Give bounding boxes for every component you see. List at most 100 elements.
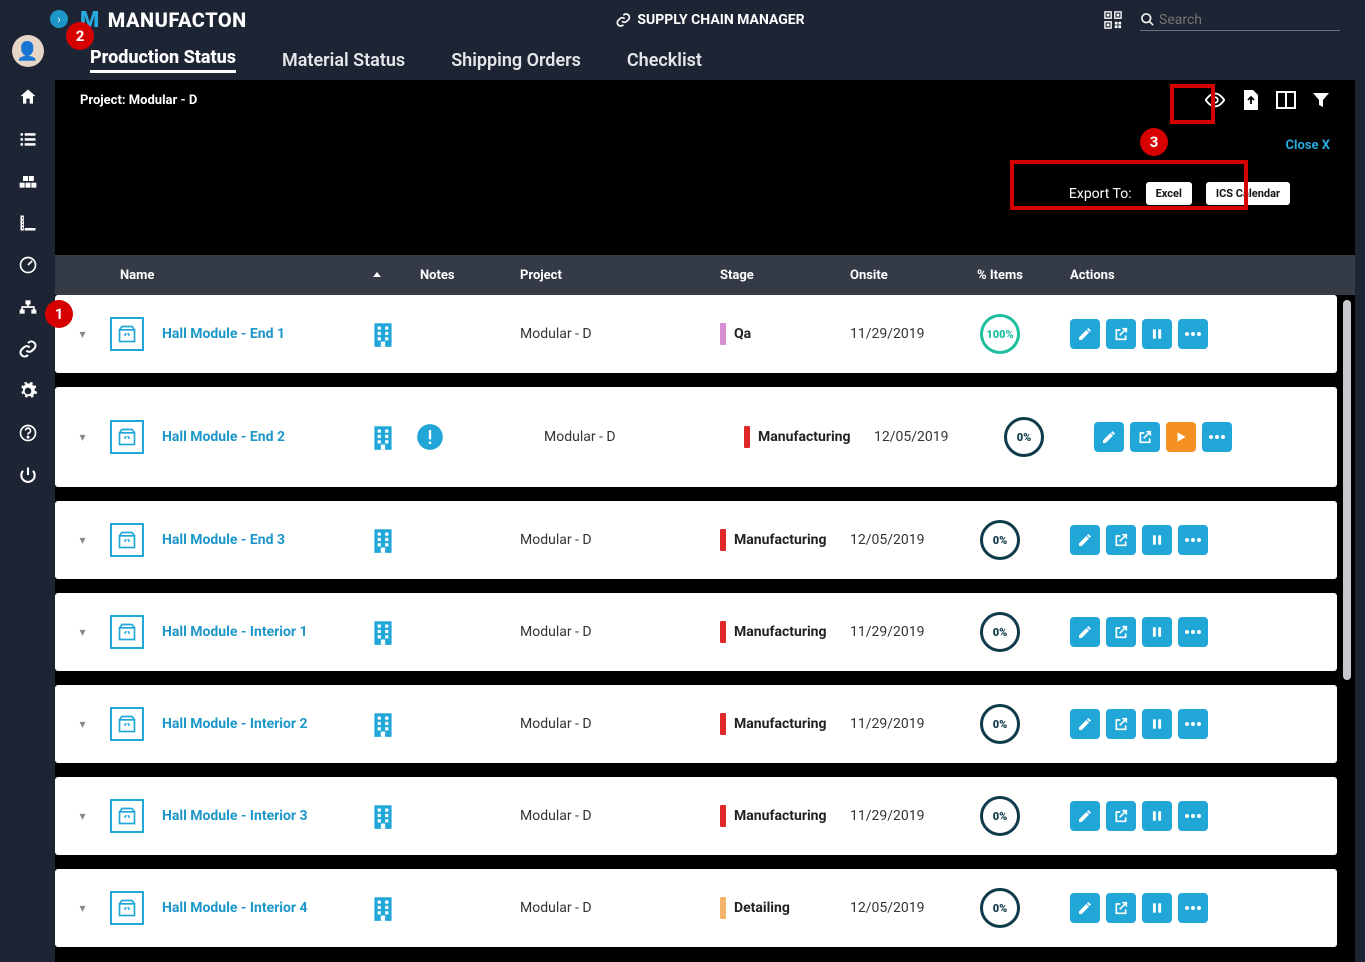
expand-row-icon[interactable]: ▾ bbox=[55, 809, 110, 823]
tabbar: Production Status Material Status Shippi… bbox=[55, 40, 1365, 80]
building-icon bbox=[370, 893, 420, 923]
gear-icon[interactable] bbox=[16, 379, 40, 403]
more-button[interactable] bbox=[1178, 709, 1208, 739]
tab-material-status[interactable]: Material Status bbox=[282, 50, 405, 71]
row-stage: Qa bbox=[720, 323, 850, 345]
open-button[interactable] bbox=[1106, 709, 1136, 739]
expand-row-icon[interactable]: ▾ bbox=[55, 327, 110, 341]
row-name-link[interactable]: Hall Module - End 2 bbox=[162, 429, 285, 445]
close-export[interactable]: Close X bbox=[1286, 138, 1330, 153]
expand-row-icon[interactable]: ▾ bbox=[55, 717, 110, 731]
search-input[interactable] bbox=[1155, 12, 1340, 28]
module-icon bbox=[110, 523, 144, 557]
more-button[interactable] bbox=[1178, 525, 1208, 555]
expand-row-icon[interactable]: ▾ bbox=[55, 533, 110, 547]
pause-button[interactable] bbox=[1142, 617, 1172, 647]
col-stage[interactable]: Stage bbox=[720, 268, 850, 283]
module-icon bbox=[110, 615, 144, 649]
row-onsite: 11/29/2019 bbox=[850, 326, 950, 342]
edit-button[interactable] bbox=[1070, 893, 1100, 923]
edit-button[interactable] bbox=[1070, 525, 1100, 555]
row-stage: Detailing bbox=[720, 897, 850, 919]
pause-button[interactable] bbox=[1142, 893, 1172, 923]
open-button[interactable] bbox=[1106, 525, 1136, 555]
open-button[interactable] bbox=[1130, 422, 1160, 452]
module-icon bbox=[110, 317, 144, 351]
building-icon bbox=[370, 319, 420, 349]
play-button[interactable] bbox=[1166, 422, 1196, 452]
row-stage: Manufacturing bbox=[720, 713, 850, 735]
pause-button[interactable] bbox=[1142, 525, 1172, 555]
col-name[interactable]: Name bbox=[110, 268, 370, 283]
filter-icon[interactable] bbox=[1312, 91, 1330, 109]
open-button[interactable] bbox=[1106, 617, 1136, 647]
col-notes[interactable]: Notes bbox=[420, 268, 520, 283]
export-panel: Export To: Excel ICS Calendar bbox=[1069, 182, 1290, 205]
expand-row-icon[interactable]: ▾ bbox=[55, 625, 110, 639]
percent-badge: 0% bbox=[1004, 417, 1044, 457]
avatar[interactable]: 👤 bbox=[12, 35, 44, 67]
scrollbar[interactable] bbox=[1343, 300, 1351, 680]
open-button[interactable] bbox=[1106, 801, 1136, 831]
gauge-icon[interactable] bbox=[16, 253, 40, 277]
inventory-icon[interactable] bbox=[16, 169, 40, 193]
percent-badge: 100% bbox=[980, 314, 1020, 354]
expand-row-icon[interactable]: ▾ bbox=[55, 430, 110, 444]
export-icon[interactable] bbox=[1242, 90, 1260, 110]
building-icon bbox=[370, 801, 420, 831]
row-name-link[interactable]: Hall Module - Interior 2 bbox=[162, 716, 308, 732]
row-name-link[interactable]: Hall Module - End 3 bbox=[162, 532, 285, 548]
visibility-icon[interactable] bbox=[1204, 89, 1226, 111]
tab-checklist[interactable]: Checklist bbox=[627, 50, 702, 71]
edit-button[interactable] bbox=[1070, 801, 1100, 831]
pause-button[interactable] bbox=[1142, 801, 1172, 831]
export-ics-button[interactable]: ICS Calendar bbox=[1206, 182, 1290, 205]
edit-button[interactable] bbox=[1070, 617, 1100, 647]
pause-button[interactable] bbox=[1142, 319, 1172, 349]
link-icon[interactable] bbox=[16, 337, 40, 361]
tab-shipping-orders[interactable]: Shipping Orders bbox=[451, 50, 581, 71]
expand-sidebar-icon[interactable]: › bbox=[50, 10, 68, 28]
export-excel-button[interactable]: Excel bbox=[1146, 182, 1192, 205]
col-onsite[interactable]: Onsite bbox=[850, 268, 950, 283]
help-icon[interactable] bbox=[16, 421, 40, 445]
export-label: Export To: bbox=[1069, 186, 1132, 202]
module-icon bbox=[110, 707, 144, 741]
power-icon[interactable] bbox=[16, 463, 40, 487]
row-name-link[interactable]: Hall Module - Interior 4 bbox=[162, 900, 308, 916]
more-button[interactable] bbox=[1178, 617, 1208, 647]
table-row: ▾Hall Module - Interior 2Modular - DManu… bbox=[55, 685, 1337, 763]
columns-icon[interactable] bbox=[1276, 91, 1296, 109]
more-button[interactable] bbox=[1178, 319, 1208, 349]
search-box[interactable] bbox=[1140, 10, 1340, 31]
header: MMANUFACTON SUPPLY CHAIN MANAGER bbox=[55, 0, 1365, 40]
edit-button[interactable] bbox=[1070, 319, 1100, 349]
tab-production-status[interactable]: Production Status bbox=[90, 47, 236, 73]
edit-button[interactable] bbox=[1094, 422, 1124, 452]
building-icon bbox=[370, 422, 420, 452]
open-button[interactable] bbox=[1106, 319, 1136, 349]
ruler-icon[interactable] bbox=[16, 211, 40, 235]
percent-badge: 0% bbox=[980, 520, 1020, 560]
more-button[interactable] bbox=[1178, 801, 1208, 831]
home-icon[interactable] bbox=[16, 85, 40, 109]
row-stage: Manufacturing bbox=[720, 805, 850, 827]
edit-button[interactable] bbox=[1070, 709, 1100, 739]
hierarchy-icon[interactable] bbox=[16, 295, 40, 319]
row-name-link[interactable]: Hall Module - End 1 bbox=[162, 326, 285, 342]
qr-icon[interactable] bbox=[1104, 11, 1122, 29]
row-name-link[interactable]: Hall Module - Interior 1 bbox=[162, 624, 308, 640]
col-items[interactable]: % Items bbox=[950, 268, 1050, 283]
module-icon bbox=[110, 799, 144, 833]
table-row: ▾Hall Module - End 2Modular - DManufactu… bbox=[55, 387, 1337, 487]
row-name-link[interactable]: Hall Module - Interior 3 bbox=[162, 808, 308, 824]
col-project[interactable]: Project bbox=[520, 268, 720, 283]
pause-button[interactable] bbox=[1142, 709, 1172, 739]
open-button[interactable] bbox=[1106, 893, 1136, 923]
more-button[interactable] bbox=[1202, 422, 1232, 452]
expand-row-icon[interactable]: ▾ bbox=[55, 901, 110, 915]
sort-icon[interactable] bbox=[370, 268, 420, 282]
more-button[interactable] bbox=[1178, 893, 1208, 923]
list-icon[interactable] bbox=[16, 127, 40, 151]
logo: MMANUFACTON bbox=[80, 8, 247, 33]
